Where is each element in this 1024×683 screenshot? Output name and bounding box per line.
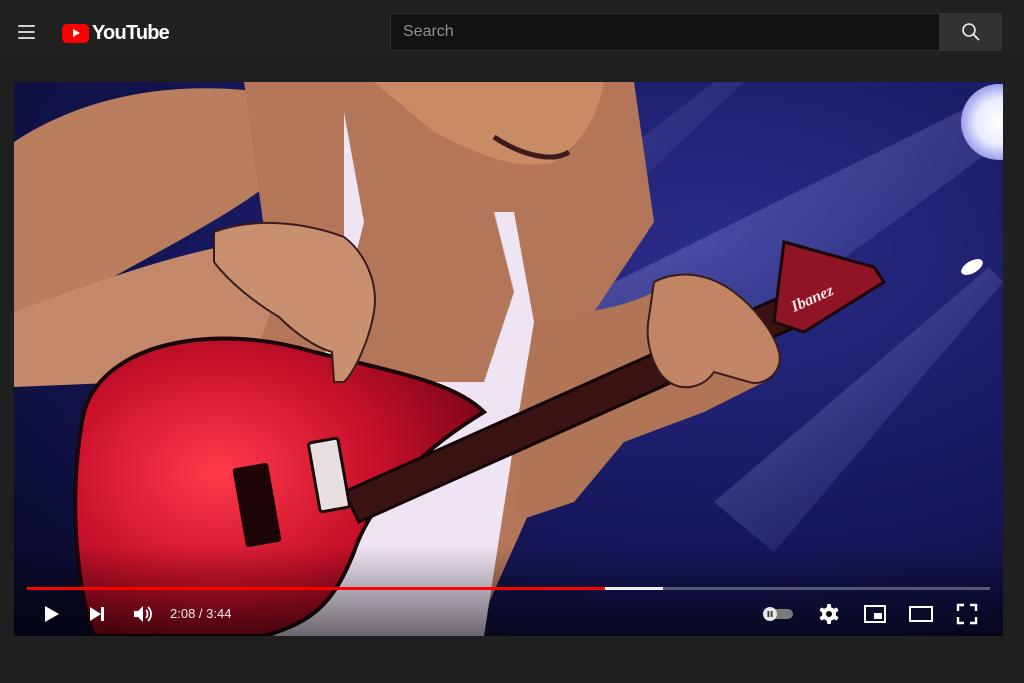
autoplay-toggle[interactable] <box>760 599 796 629</box>
youtube-play-logo-icon <box>62 23 89 43</box>
next-icon <box>90 607 104 621</box>
volume-button[interactable] <box>128 599 158 629</box>
controls-gradient <box>14 546 1003 636</box>
menu-icon[interactable] <box>16 21 40 43</box>
time-separator: / <box>195 606 207 621</box>
search-icon <box>961 23 980 41</box>
play-button[interactable] <box>36 599 66 629</box>
search-bar <box>390 13 1002 51</box>
top-bar: YouTube <box>0 0 1024 62</box>
time-display: 2:08 / 3:44 <box>170 606 231 621</box>
autoplay-toggle-icon <box>763 607 793 621</box>
volume-icon <box>134 606 152 622</box>
duration: 3:44 <box>206 606 232 621</box>
settings-button[interactable] <box>814 599 844 629</box>
search-button[interactable] <box>940 13 1002 51</box>
progress-played <box>27 587 605 590</box>
logo-text: YouTube <box>92 21 170 44</box>
miniplayer-button[interactable] <box>860 599 890 629</box>
current-time: 2:08 <box>170 606 196 621</box>
fullscreen-button[interactable] <box>952 599 982 629</box>
gear-icon <box>819 604 839 624</box>
play-icon <box>45 606 59 622</box>
video-player[interactable]: Ibanez 2:08 / 3:44 <box>14 82 1003 636</box>
miniplayer-icon <box>864 605 886 623</box>
search-input[interactable] <box>390 13 940 51</box>
theater-mode-button[interactable] <box>906 599 936 629</box>
next-button[interactable] <box>82 599 112 629</box>
fullscreen-icon <box>956 603 978 625</box>
theater-mode-icon <box>909 606 933 622</box>
progress-bar[interactable] <box>27 587 990 590</box>
youtube-logo[interactable]: YouTube <box>62 21 170 45</box>
